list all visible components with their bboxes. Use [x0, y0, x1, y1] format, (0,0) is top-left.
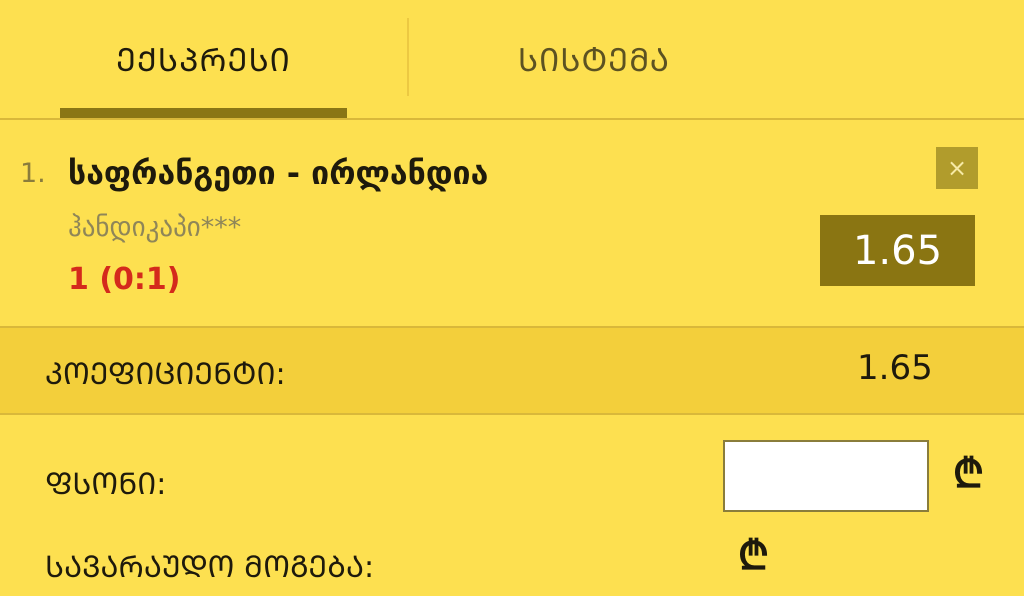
tab-express[interactable]: ᲔᲥᲡᲞᲠᲔᲡᲘ [60, 0, 347, 118]
coefficient-label: ᲙᲝᲔᲤᲘᲪᲘᲔᲜᲢᲘ: [45, 357, 286, 392]
event-title: საფრანგეთი - ირლანდია [68, 154, 489, 192]
remove-bet-button[interactable]: × [936, 147, 978, 189]
coefficient-value: 1.65 [857, 348, 933, 388]
stake-label: ᲤᲡᲝᲜᲘ: [45, 467, 167, 502]
potential-win-label: ᲡᲐᲕᲐᲠᲐᲣᲓᲝ ᲛᲝᲒᲔᲑᲐ: [45, 550, 375, 585]
close-icon: × [946, 154, 968, 182]
total-coefficient-row: ᲙᲝᲔᲤᲘᲪᲘᲔᲜᲢᲘ: 1.65 [0, 326, 1024, 415]
bet-type-tabs: ᲔᲥᲡᲞᲠᲔᲡᲘ ᲡᲘᲡᲢᲔᲛᲐ [0, 0, 1024, 120]
market-name: ჰანდიკაპი*** [68, 212, 242, 243]
lari-icon: ₾ [738, 533, 769, 579]
odds-badge: 1.65 [820, 215, 975, 286]
selected-outcome: 1 (0:1) [68, 262, 181, 297]
lari-icon: ₾ [953, 451, 984, 497]
bet-number: 1. [20, 158, 46, 189]
tab-system[interactable]: ᲡᲘᲡᲢᲔᲛᲐ [408, 0, 780, 118]
stake-input[interactable] [723, 440, 929, 512]
bet-slip-item: 1. საფრანგეთი - ირლანდია ჰანდიკაპი*** 1 … [0, 120, 1024, 325]
